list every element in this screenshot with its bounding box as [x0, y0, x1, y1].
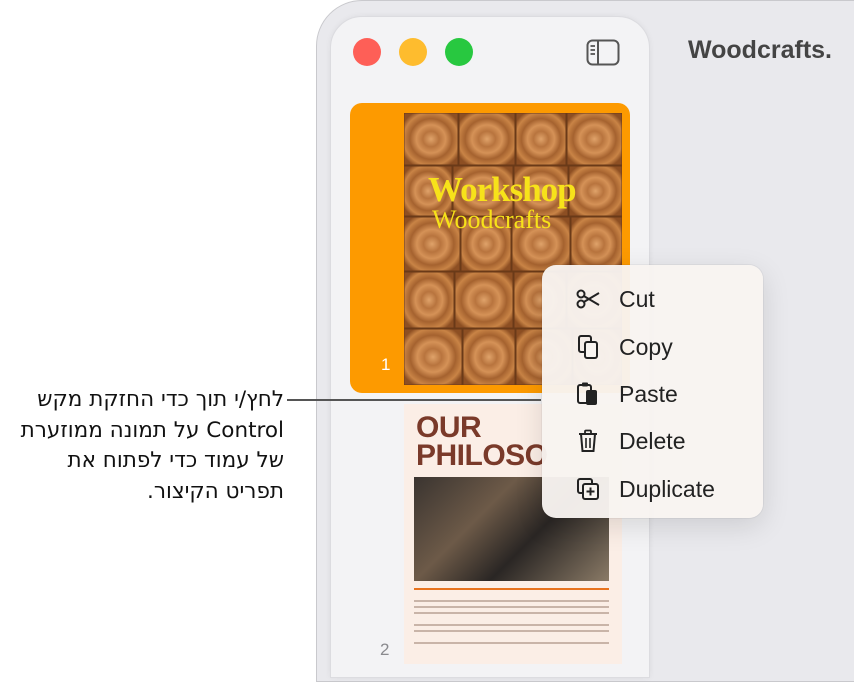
minimize-window-button[interactable]	[399, 38, 427, 66]
trash-icon	[579, 429, 597, 452]
page-number-2: 2	[380, 640, 390, 659]
scissors-icon	[576, 289, 600, 309]
thumbnail-2-text-line	[414, 624, 609, 626]
menu-label-duplicate: Duplicate	[619, 476, 715, 502]
copy-icon	[578, 335, 598, 359]
sidebar-toggle-icon[interactable]	[586, 39, 620, 66]
menu-label-cut: Cut	[619, 286, 655, 312]
menu-label-copy: Copy	[619, 334, 673, 360]
paste-icon	[577, 382, 597, 405]
document-title: Woodcrafts.	[688, 36, 832, 64]
thumbnail-1-title: Workshop	[428, 170, 577, 209]
thumbnail-2-text-line	[414, 642, 609, 644]
thumbnail-1-subtitle: Woodcrafts	[432, 205, 552, 234]
close-window-button[interactable]	[353, 38, 381, 66]
thumbnail-2-text-line	[414, 630, 609, 632]
thumbnail-2-text-line	[414, 600, 609, 602]
duplicate-icon	[577, 478, 599, 500]
callout-text: לחץ/י תוך כדי החזקת מקש Control על תמונה…	[20, 387, 284, 504]
zoom-window-button[interactable]	[445, 38, 473, 66]
callout-leader-line	[287, 399, 541, 401]
menu-label-paste: Paste	[619, 381, 678, 407]
thumbnail-2-text-line	[414, 612, 609, 614]
thumbnail-2-divider	[414, 588, 609, 590]
menu-label-delete: Delete	[619, 428, 686, 454]
page-number-1: 1	[381, 355, 391, 374]
thumbnail-2-text-line	[414, 606, 609, 608]
